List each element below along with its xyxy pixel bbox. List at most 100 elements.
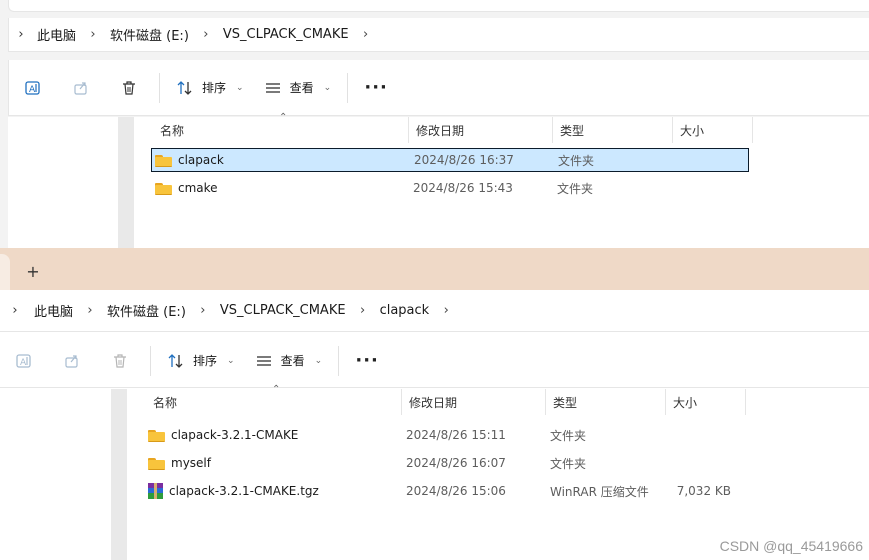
breadcrumb-drive-e[interactable]: 软件磁盘 (E:) [103, 301, 190, 320]
column-name[interactable]: 名称 [146, 389, 402, 415]
file-type: 文件夹 [550, 456, 587, 471]
file-row[interactable]: myself 2024/8/26 16:07 文件夹 [145, 451, 745, 475]
chevron-right-icon[interactable]: › [433, 303, 459, 318]
column-type[interactable]: 类型 [546, 389, 666, 415]
chevron-right-icon[interactable]: › [193, 27, 219, 42]
file-name: cmake [178, 181, 218, 195]
address-bar[interactable]: › 此电脑 › 软件磁盘 (E:) › VS_CLPACK_CMAKE › cl… [0, 290, 869, 332]
file-type: 文件夹 [557, 181, 594, 196]
view-button[interactable]: 查看 ⌄ [254, 60, 342, 116]
svg-text:A: A [29, 85, 36, 95]
share-icon [65, 354, 78, 368]
more-options-button[interactable]: ··· [354, 60, 398, 116]
chevron-right-icon[interactable]: › [0, 290, 30, 332]
delete-button[interactable] [96, 334, 144, 388]
file-row[interactable]: clapack-3.2.1-CMAKE 2024/8/26 15:11 文件夹 [145, 423, 745, 447]
chevron-down-icon: ⌄ [227, 355, 235, 366]
navigation-scrollbar[interactable] [118, 117, 134, 248]
file-list: ⌃ 名称 修改日期 类型 大小 clapack 2024/8/26 16:37 … [134, 112, 869, 248]
winrar-archive-icon [148, 483, 163, 499]
folder-icon [148, 429, 165, 442]
file-row[interactable]: clapack-3.2.1-CMAKE.tgz 2024/8/26 15:06 … [145, 479, 745, 503]
address-bar[interactable]: › 此电脑 › 软件磁盘 (E:) › VS_CLPACK_CMAKE › [8, 18, 869, 52]
sort-icon [177, 80, 192, 95]
chevron-right-icon[interactable]: › [9, 18, 33, 52]
column-name[interactable]: 名称 [153, 117, 409, 143]
sort-icon [168, 353, 183, 368]
folder-icon [155, 154, 172, 167]
file-name-cell: clapack-3.2.1-CMAKE [145, 423, 406, 447]
column-type[interactable]: 类型 [553, 117, 673, 143]
navigation-pane[interactable] [8, 117, 118, 248]
file-date: 2024/8/26 15:43 [413, 181, 513, 195]
view-button[interactable]: 查看 ⌄ [245, 334, 333, 388]
chevron-right-icon[interactable]: › [190, 303, 216, 318]
file-name: clapack-3.2.1-CMAKE [171, 428, 299, 442]
toolbar-divider [159, 72, 160, 103]
trash-icon [123, 80, 135, 95]
svg-text:A: A [20, 358, 27, 368]
sort-label: 排序 [202, 81, 227, 95]
file-row[interactable]: cmake 2024/8/26 15:43 文件夹 [152, 176, 750, 200]
share-button[interactable] [57, 60, 105, 116]
toolbar-divider [338, 345, 340, 376]
file-date: 2024/8/26 16:37 [414, 153, 514, 167]
chevron-right-icon[interactable]: › [353, 27, 379, 42]
file-name: myself [171, 456, 211, 470]
file-name-cell: myself [145, 451, 406, 475]
tab-bar: + [0, 248, 869, 290]
sort-label: 排序 [193, 354, 218, 368]
view-label: 查看 [289, 81, 314, 95]
breadcrumb-this-pc[interactable]: 此电脑 [33, 25, 80, 44]
column-size[interactable]: 大小 [673, 117, 753, 143]
rename-icon: A [25, 80, 40, 95]
file-name: clapack-3.2.1-CMAKE.tgz [169, 484, 319, 498]
column-size[interactable]: 大小 [666, 389, 746, 415]
toolbar-divider [150, 345, 151, 376]
explorer-window-top: › 此电脑 › 软件磁盘 (E:) › VS_CLPACK_CMAKE › A … [0, 0, 869, 248]
file-date: 2024/8/26 15:11 [406, 428, 506, 442]
file-name: clapack [178, 153, 224, 167]
view-icon [256, 355, 271, 366]
rename-icon: A [16, 353, 31, 368]
delete-button[interactable] [105, 60, 153, 116]
column-headers: 名称 修改日期 类型 大小 [153, 117, 753, 143]
view-label: 查看 [280, 354, 305, 368]
active-tab-edge[interactable] [0, 254, 10, 290]
toolbar-divider [347, 72, 349, 103]
file-date: 2024/8/26 15:06 [406, 484, 506, 498]
window-top-edge [0, 0, 869, 18]
column-date-modified[interactable]: 修改日期 [402, 389, 546, 415]
file-name-cell: clapack [152, 148, 414, 172]
command-bar: A 排序 ⌄ 查看 ⌄ ··· [8, 60, 869, 116]
rename-button[interactable]: A [9, 60, 57, 116]
file-row[interactable]: clapack 2024/8/26 16:37 文件夹 [151, 148, 749, 172]
file-type: 文件夹 [558, 153, 595, 168]
file-size: 7,032 KB [676, 484, 731, 498]
breadcrumb-subfolder[interactable]: clapack [376, 303, 434, 318]
more-options-button[interactable]: ··· [345, 334, 389, 388]
trash-icon [114, 353, 126, 368]
chevron-down-icon: ⌄ [314, 355, 323, 366]
share-button[interactable] [48, 334, 96, 388]
file-type: 文件夹 [550, 428, 587, 443]
share-icon [74, 81, 87, 95]
file-type: WinRAR 压缩文件 [550, 484, 649, 499]
breadcrumb-folder[interactable]: VS_CLPACK_CMAKE [216, 303, 350, 318]
rename-button[interactable]: A [0, 334, 48, 388]
sort-button[interactable]: 排序 ⌄ [166, 60, 254, 116]
navigation-pane[interactable] [0, 389, 111, 560]
breadcrumb-folder[interactable]: VS_CLPACK_CMAKE [219, 27, 353, 42]
sort-button[interactable]: 排序 ⌄ [157, 334, 245, 388]
chevron-right-icon[interactable]: › [80, 27, 106, 42]
column-date-modified[interactable]: 修改日期 [409, 117, 553, 143]
chevron-right-icon[interactable]: › [350, 303, 376, 318]
chevron-right-icon[interactable]: › [77, 303, 103, 318]
breadcrumb-drive-e[interactable]: 软件磁盘 (E:) [106, 25, 193, 44]
view-icon [265, 82, 280, 93]
file-list: ⌃ 名称 修改日期 类型 大小 clapack-3.2.1-CMAKE 2024… [127, 384, 869, 560]
file-date: 2024/8/26 16:07 [406, 456, 506, 470]
new-tab-button[interactable]: + [20, 259, 46, 283]
navigation-scrollbar[interactable] [111, 389, 127, 560]
breadcrumb-this-pc[interactable]: 此电脑 [30, 301, 77, 320]
